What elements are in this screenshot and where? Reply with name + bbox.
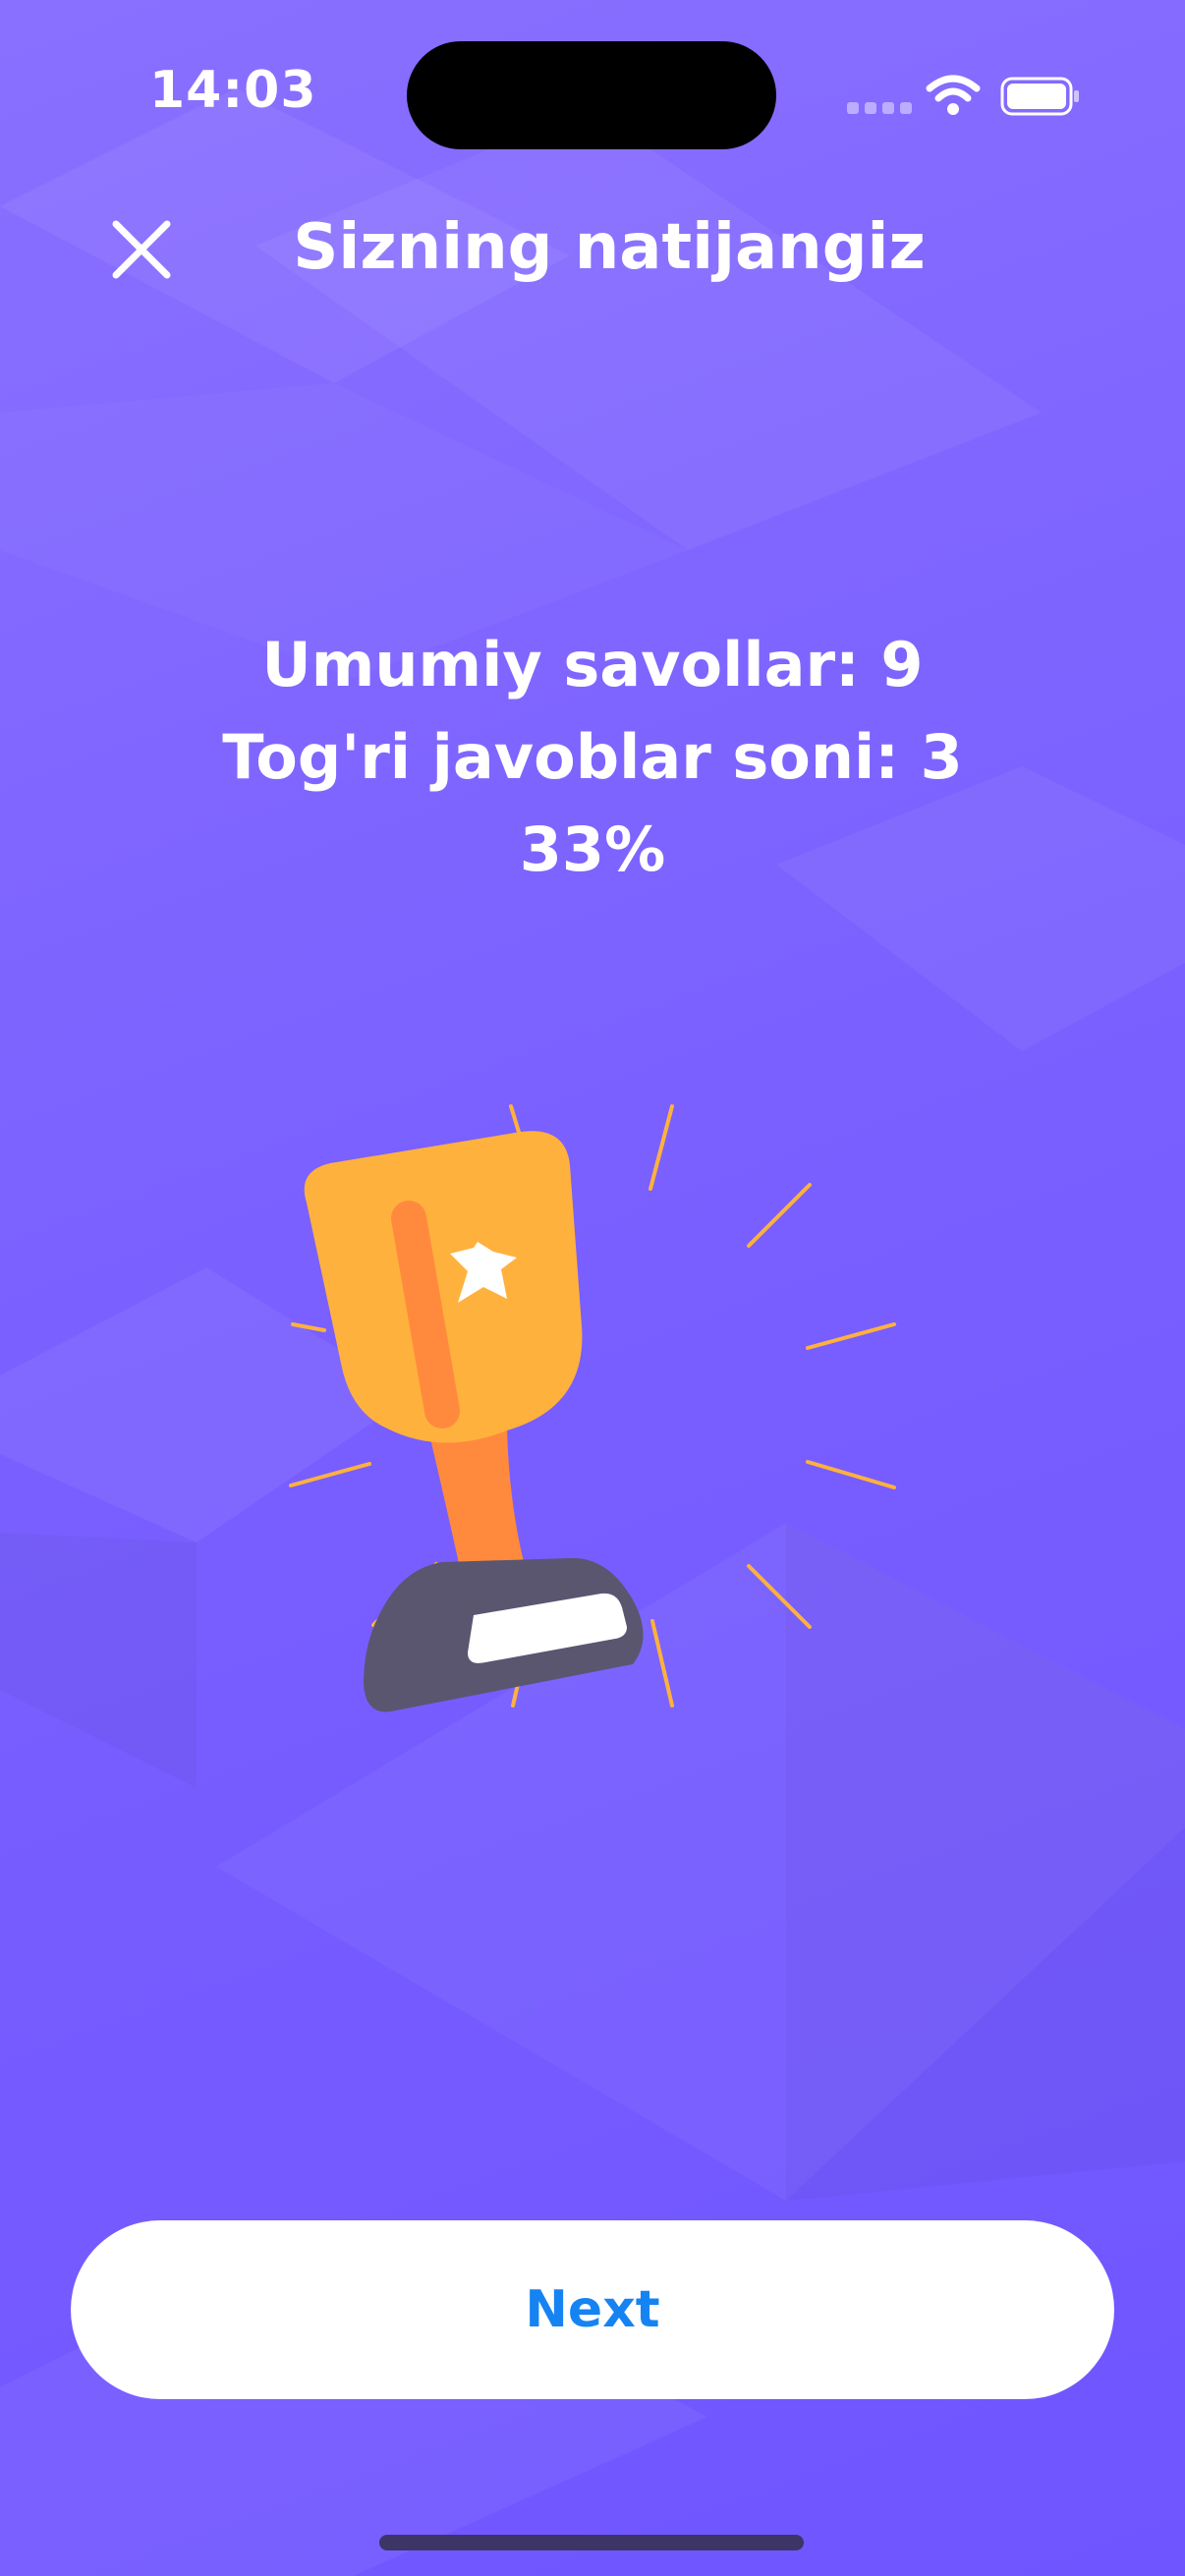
battery-icon xyxy=(1000,77,1079,116)
correct-answers-text: Tog'ri javoblar soni: 3 xyxy=(222,721,963,793)
total-questions-text: Umumiy savollar: 9 xyxy=(261,629,924,700)
status-time: 14:03 xyxy=(149,61,317,120)
close-button[interactable] xyxy=(106,214,177,285)
cellular-signal-icon xyxy=(847,102,912,114)
dynamic-island xyxy=(407,41,776,149)
results-summary: Umumiy savollar: 9 Tog'ri javoblar soni:… xyxy=(0,619,1185,896)
home-indicator xyxy=(379,2535,804,2550)
next-button[interactable]: Next xyxy=(71,2220,1114,2399)
results-screen: 14:03 Sizning natijangiz Umumiy savollar… xyxy=(0,0,1185,2576)
score-percent-text: 33% xyxy=(519,813,666,885)
close-icon xyxy=(112,220,171,279)
page-title: Sizning natijangiz xyxy=(293,211,926,284)
trophy-stem xyxy=(430,1428,525,1568)
wifi-icon xyxy=(926,75,981,115)
trophy-illustration xyxy=(289,1104,896,1712)
